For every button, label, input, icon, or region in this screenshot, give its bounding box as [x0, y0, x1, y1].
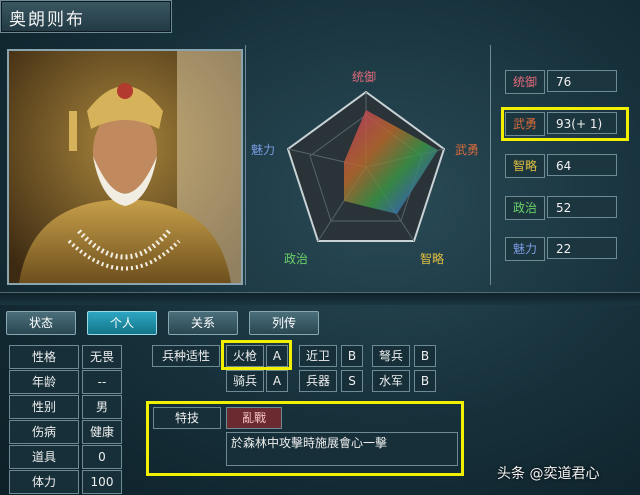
- aptitude-unit-guard: 近卫: [299, 345, 337, 367]
- stat-value: 64: [547, 154, 617, 176]
- watermark: 头条 @奕道君心: [497, 466, 600, 482]
- tab-personal[interactable]: 个人: [87, 311, 157, 335]
- info-label-items: 道具: [9, 445, 79, 469]
- stat-row-politics: 政治 52: [505, 196, 620, 220]
- character-name: 奥朗则布: [9, 10, 85, 30]
- info-value-gender: 男: [82, 395, 122, 419]
- radar-label-charm: 魅力: [251, 143, 276, 157]
- stat-label: 智略: [505, 154, 545, 178]
- character-name-bar: 奥朗则布: [0, 0, 172, 33]
- stat-label: 统御: [505, 70, 545, 94]
- valor-highlight-box: [501, 107, 629, 141]
- stat-row-strategy: 智略 64: [505, 154, 620, 178]
- radar-label-strategy: 智略: [420, 252, 445, 266]
- tab-biography[interactable]: 列传: [249, 311, 319, 335]
- stat-row-leadership: 统御 76: [505, 70, 620, 94]
- section-divider: [0, 292, 640, 305]
- tab-status[interactable]: 状态: [6, 311, 76, 335]
- info-label-age: 年龄: [9, 370, 79, 394]
- info-value-items: 0: [82, 445, 122, 469]
- info-value-personality: 无畏: [82, 345, 122, 369]
- stat-label: 政治: [505, 196, 545, 220]
- radar-label-leadership: 统御: [352, 70, 377, 84]
- character-portrait: [7, 49, 243, 285]
- stat-value: 76: [547, 70, 617, 92]
- aptitude-grade-crossbow: B: [414, 345, 436, 367]
- radar-label-valor: 武勇: [455, 143, 480, 157]
- portrait-image: [9, 51, 241, 283]
- info-label-personality: 性格: [9, 345, 79, 369]
- info-value-injury: 健康: [82, 420, 122, 444]
- info-label-injury: 伤病: [9, 420, 79, 444]
- skill-name[interactable]: 亂戰: [226, 407, 282, 429]
- aptitude-grade-guard: B: [341, 345, 363, 367]
- aptitude-header: 兵种适性: [152, 345, 220, 367]
- skill-header: 特技: [153, 407, 221, 429]
- aptitude-grade-siege: S: [341, 370, 363, 392]
- stat-row-charm: 魅力 22: [505, 237, 620, 261]
- aptitude-grade-navy: B: [414, 370, 436, 392]
- aptitude-unit-cavalry: 骑兵: [226, 370, 264, 392]
- stat-value: 52: [547, 196, 617, 218]
- aptitude-grade-cavalry: A: [266, 370, 288, 392]
- aptitude-unit-navy: 水军: [372, 370, 410, 392]
- tab-relations[interactable]: 关系: [168, 311, 238, 335]
- musket-highlight-box: [221, 340, 292, 370]
- stat-label: 魅力: [505, 237, 545, 261]
- attribute-radar-panel: 统御 武勇 智略 政治 魅力: [245, 45, 491, 285]
- info-value-stamina: 100: [82, 470, 122, 494]
- aptitude-unit-crossbow: 弩兵: [372, 345, 410, 367]
- skill-description: 於森林中攻擊時施展會心一擊: [226, 432, 458, 466]
- radar-label-politics: 政治: [284, 252, 309, 266]
- info-label-stamina: 体力: [9, 470, 79, 494]
- aptitude-unit-siege: 兵器: [299, 370, 337, 392]
- stat-value: 22: [547, 237, 617, 259]
- info-value-age: --: [82, 370, 122, 394]
- info-label-gender: 性别: [9, 395, 79, 419]
